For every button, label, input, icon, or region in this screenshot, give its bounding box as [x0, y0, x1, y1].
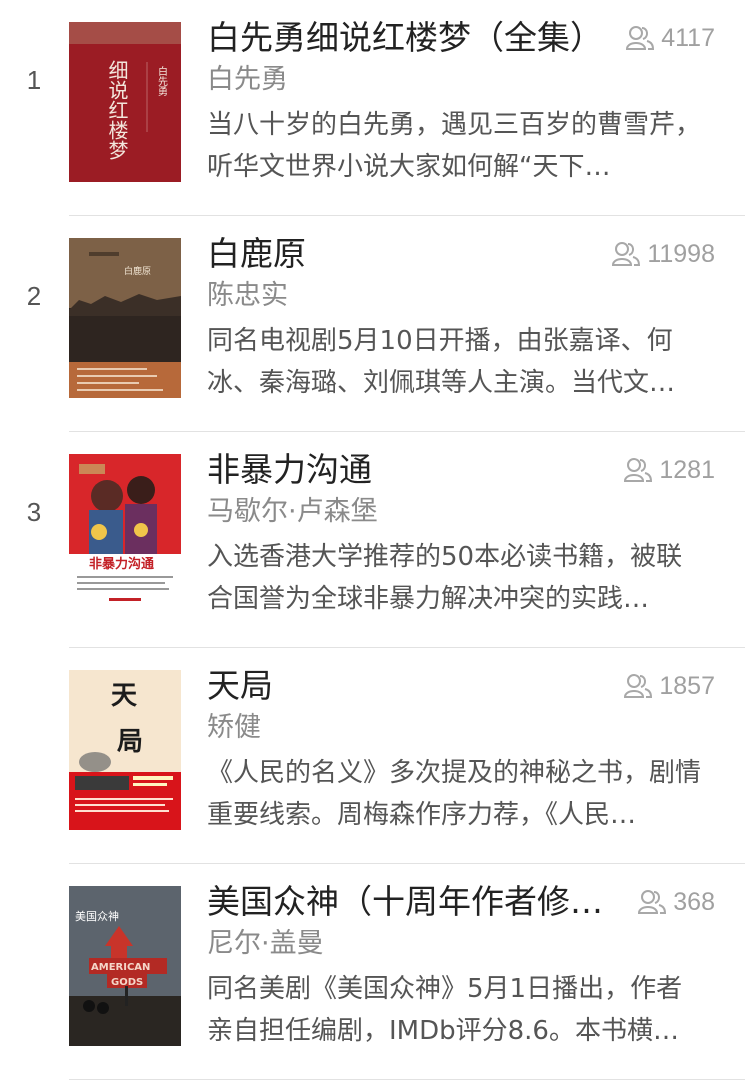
- book-author[interactable]: 白先勇: [207, 60, 288, 100]
- book-cover[interactable]: 美国众神 AMERICAN GODS: [69, 886, 181, 1046]
- reader-count-value: 1857: [659, 671, 715, 700]
- book-cover[interactable]: 白先勇 细说红楼梦: [69, 22, 181, 182]
- book-title[interactable]: 白先勇细说红楼梦（全集）: [207, 14, 607, 62]
- reader-count-value: 11998: [647, 239, 715, 268]
- book-author[interactable]: 矫健: [207, 708, 261, 748]
- book-description: 入选香港大学推荐的50本必读书籍，被联合国誉为全球非暴力解决冲突的实践…: [207, 542, 683, 614]
- rank-number: 2: [26, 281, 42, 311]
- reader-count-value: 1281: [659, 455, 715, 484]
- book-list-item[interactable]: 1 白先勇 细说红楼梦 白先勇细说红楼梦（全集） 4117 白先勇 当八十岁的白…: [0, 0, 745, 216]
- rank-number: 1: [26, 65, 42, 95]
- book-list-item[interactable]: 美国众神 AMERICAN GODS 美国众神（十周年作者修订版） 368 尼尔…: [0, 864, 745, 1080]
- cover-title: 细说红楼梦: [105, 60, 129, 160]
- readers-icon: [624, 674, 653, 698]
- book-cover[interactable]: 非暴力沟通: [69, 454, 181, 614]
- cover-title: 白鹿原: [124, 265, 151, 277]
- reader-count: 11998: [611, 238, 715, 270]
- cover-art: 白鹿原: [69, 238, 181, 398]
- book-author[interactable]: 尼尔·盖曼: [207, 924, 324, 964]
- book-cover[interactable]: 天 局: [69, 670, 181, 830]
- cover-art: 白先勇 细说红楼梦: [69, 22, 181, 182]
- cover-title-char: 天: [111, 681, 137, 711]
- book-author[interactable]: 马歇尔·卢森堡: [207, 492, 378, 532]
- reader-count: 1857: [623, 670, 715, 702]
- rank-number: 3: [26, 497, 42, 527]
- book-cover[interactable]: 白鹿原: [69, 238, 181, 398]
- cover-author: 白先勇: [156, 65, 168, 97]
- reader-count-value: 368: [673, 887, 715, 916]
- cover-title-char: 局: [117, 727, 143, 757]
- reader-count: 368: [637, 886, 715, 918]
- book-title[interactable]: 白鹿原: [207, 230, 607, 278]
- book-title[interactable]: 美国众神（十周年作者修订版）: [207, 878, 607, 926]
- reader-count: 1281: [623, 454, 715, 486]
- book-description: 同名电视剧5月10日开播，由张嘉译、何冰、秦海璐、刘佩琪等人主演。当代文…: [207, 326, 676, 398]
- cover-title: 美国众神: [75, 909, 119, 923]
- readers-icon: [612, 242, 641, 266]
- cover-art: 天 局: [69, 670, 181, 830]
- readers-icon: [638, 890, 667, 914]
- cover-title: 非暴力沟通: [89, 556, 154, 572]
- book-list-item[interactable]: 天 局 天局 1857 矫健 《人民的名义》多次提及的神秘之书，剧情重要线索。周…: [0, 648, 745, 864]
- reader-count-value: 4117: [661, 23, 715, 52]
- readers-icon: [624, 458, 653, 482]
- book-list-item[interactable]: 2 白鹿原 白鹿原 11998 陈忠实 同名电视剧5月10日开播，由张嘉译、何冰…: [0, 216, 745, 432]
- cover-title-en: AMERICAN: [91, 962, 150, 973]
- readers-icon: [626, 26, 655, 50]
- cover-art: 美国众神 AMERICAN GODS: [69, 886, 181, 1046]
- book-description: 当八十岁的白先勇，遇见三百岁的曹雪芹，听华文世界小说大家如何解“天下…: [207, 110, 702, 182]
- book-list-item[interactable]: 3 非暴力沟通 非暴力沟通 1281 马歇尔·卢森堡 入选香港大学推荐的50本必…: [0, 432, 745, 648]
- cover-art: 非暴力沟通: [69, 454, 181, 614]
- book-description: 同名美剧《美国众神》5月1日播出，作者亲自担任编剧，IMDb评分8.6。本书横…: [207, 974, 683, 1046]
- divider: [69, 1079, 745, 1080]
- reader-count: 4117: [625, 22, 715, 54]
- book-title[interactable]: 天局: [207, 662, 607, 710]
- book-author[interactable]: 陈忠实: [207, 276, 288, 316]
- book-description: 《人民的名义》多次提及的神秘之书，剧情重要线索。周梅森作序力荐，《人民…: [207, 758, 702, 830]
- book-title[interactable]: 非暴力沟通: [207, 446, 607, 494]
